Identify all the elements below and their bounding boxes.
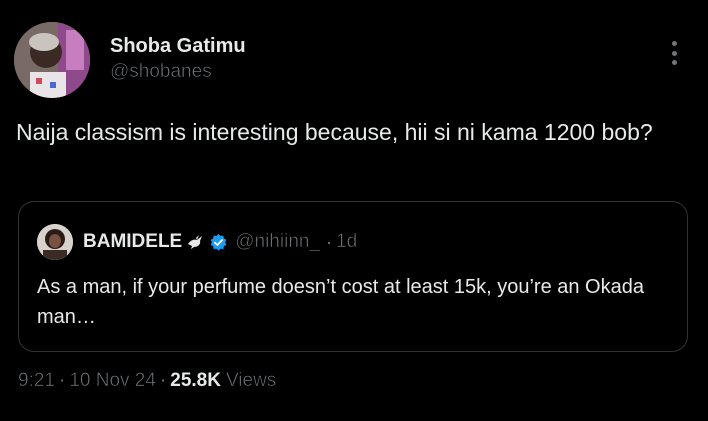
more-vertical-icon [671,60,677,65]
more-options-button[interactable] [662,38,686,68]
quoted-tweet-card[interactable]: BAMIDELE @nihiinn_ · 1d As a man, if you… [18,201,688,352]
more-vertical-icon [671,50,677,56]
dove-icon [185,232,205,252]
quote-author-handle[interactable]: @nihiinn_ [235,231,320,253]
author-handle[interactable]: @shobanes [110,60,246,84]
separator-dot: · [58,370,66,391]
tweet-date[interactable]: 10 Nov 24 [69,370,156,392]
quote-avatar-image [37,224,73,260]
views-count: 25.8K [170,370,221,391]
separator-dot: · [326,231,333,252]
tweet-time[interactable]: 9:21 [18,370,56,392]
quote-timestamp[interactable]: 1d [336,231,358,253]
author-avatar[interactable] [14,22,90,98]
quote-text: As a man, if your perfume doesn’t cost a… [37,276,644,328]
quote-author-avatar[interactable] [37,224,73,260]
quote-author-name[interactable]: BAMIDELE [83,231,182,253]
separator-dot: · [159,370,167,391]
verified-badge-icon [209,233,228,252]
views-label: Views [225,370,277,392]
tweet-text: Naija classism is interesting because, h… [16,119,653,145]
quote-header: BAMIDELE @nihiinn_ · 1d [37,224,357,260]
avatar-image [14,22,90,98]
tweet-meta: 9:21 · 10 Nov 24 · 25.8K Views [18,370,277,392]
more-vertical-icon [671,41,677,46]
author-info: Shoba Gatimu @shobanes [110,34,246,84]
tweet[interactable]: Shoba Gatimu @shobanes Naija classism is… [0,0,708,421]
author-display-name[interactable]: Shoba Gatimu [110,34,246,58]
